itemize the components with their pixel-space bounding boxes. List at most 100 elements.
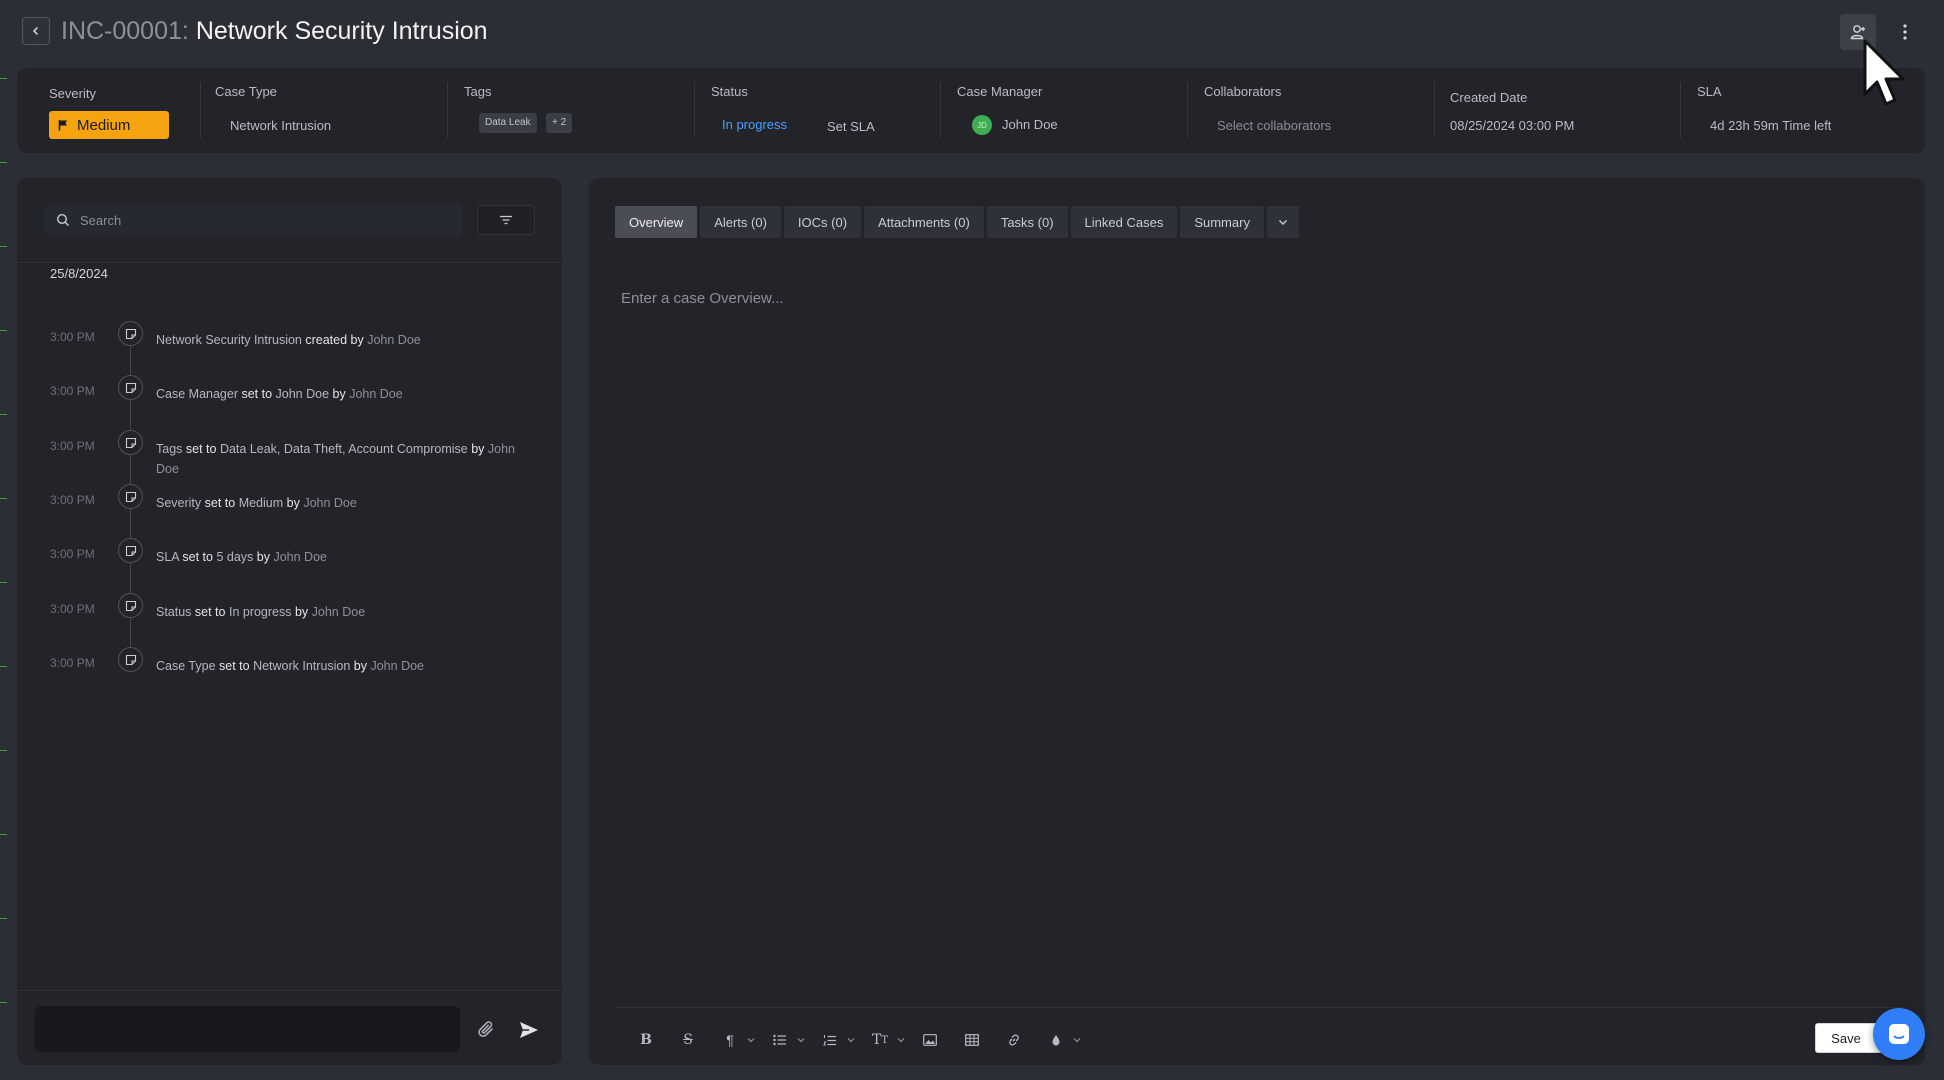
editor-toolbar: B S ¶ TT bbox=[631, 1025, 1091, 1055]
case-id: INC-00001: bbox=[61, 17, 189, 45]
color-drop-icon bbox=[1052, 1034, 1060, 1045]
chat-icon bbox=[1889, 1024, 1909, 1044]
text-size-dropdown[interactable] bbox=[895, 1025, 907, 1055]
set-sla-link[interactable]: Set SLA bbox=[827, 119, 875, 134]
text-size-button[interactable]: TT bbox=[865, 1025, 895, 1055]
paragraph-dropdown[interactable] bbox=[745, 1025, 757, 1055]
chevron-left-icon bbox=[32, 26, 39, 36]
overview-input[interactable] bbox=[621, 278, 1901, 318]
case-manager-name: John Doe bbox=[1002, 117, 1058, 132]
search-input[interactable] bbox=[80, 212, 440, 228]
timeline-text: Status set to In progress by John Doe bbox=[156, 605, 366, 619]
status-label: Status bbox=[711, 84, 748, 99]
bullet-list-icon bbox=[773, 1034, 786, 1046]
severity-value: Medium bbox=[77, 116, 131, 134]
note-icon bbox=[118, 375, 143, 400]
case-type-field[interactable]: Case Type Network Intrusion bbox=[200, 68, 447, 153]
chevron-down-icon bbox=[847, 1038, 855, 1043]
bold-button[interactable]: B bbox=[631, 1025, 661, 1055]
timeline-time: 3:00 PM bbox=[50, 330, 95, 344]
tab-alerts[interactable]: Alerts (0) bbox=[700, 206, 781, 238]
case-manager-field[interactable]: Case Manager JD John Doe bbox=[940, 68, 1187, 153]
text-color-button[interactable] bbox=[1041, 1025, 1071, 1055]
chevron-down-icon bbox=[747, 1038, 755, 1043]
tags-field[interactable]: Tags Data Leak + 2 bbox=[447, 68, 694, 153]
status-value[interactable]: In progress bbox=[722, 117, 787, 132]
tag-chip[interactable]: Data Leak bbox=[479, 113, 537, 133]
send-button[interactable] bbox=[513, 1014, 545, 1046]
timeline-time: 3:00 PM bbox=[50, 439, 95, 453]
text-color-dropdown[interactable] bbox=[1071, 1025, 1083, 1055]
bullet-list-button[interactable] bbox=[765, 1025, 795, 1055]
send-icon bbox=[520, 1022, 538, 1038]
numbered-list-dropdown[interactable] bbox=[845, 1025, 857, 1055]
user-add-icon bbox=[1850, 25, 1865, 40]
case-detail-panel: Overview Alerts (0) IOCs (0) Attachments (0… bbox=[589, 178, 1925, 1065]
tab-attachments[interactable]: Attachments (0) bbox=[864, 206, 984, 238]
status-field: Status In progress Set SLA bbox=[694, 68, 940, 153]
paperclip-icon bbox=[478, 1021, 493, 1037]
timeline-text: Severity set to Medium by John Doe bbox=[156, 496, 357, 510]
sla-value: 4d 23h 59m Time left bbox=[1710, 118, 1832, 133]
collaborators-field[interactable]: Collaborators Select collaborators bbox=[1187, 68, 1434, 153]
add-collaborator-button[interactable] bbox=[1840, 14, 1876, 50]
tabs-more-button[interactable] bbox=[1266, 206, 1299, 238]
numbered-list-button[interactable] bbox=[815, 1025, 845, 1055]
filter-button[interactable] bbox=[477, 205, 535, 235]
case-type-value: Network Intrusion bbox=[230, 118, 332, 133]
created-date-value: 08/25/2024 03:00 PM bbox=[1450, 118, 1575, 133]
case-name: Network Security Intrusion bbox=[195, 17, 488, 45]
more-options-button[interactable] bbox=[1887, 14, 1923, 50]
tab-iocs[interactable]: IOCs (0) bbox=[783, 206, 862, 238]
timeline-time: 3:00 PM bbox=[50, 656, 95, 670]
top-bar: INC-00001: Network Security Intrusion bbox=[0, 0, 1944, 64]
timeline-time: 3:00 PM bbox=[50, 547, 95, 561]
timeline-time: 3:00 PM bbox=[50, 384, 95, 398]
chevron-down-icon bbox=[1278, 219, 1287, 225]
image-icon bbox=[923, 1034, 937, 1046]
collaborators-label: Collaborators bbox=[1204, 84, 1282, 99]
strikethrough-button[interactable]: S bbox=[673, 1025, 703, 1055]
note-icon bbox=[118, 430, 143, 455]
paragraph-button[interactable]: ¶ bbox=[715, 1025, 745, 1055]
comment-input[interactable] bbox=[35, 1006, 460, 1052]
edge-marks bbox=[0, 0, 8, 1080]
case-info-bar: Severity Medium Case Type Network Intrus… bbox=[17, 68, 1925, 153]
created-date-field: Created Date 08/25/2024 03:00 PM bbox=[1434, 68, 1680, 153]
chat-support-button[interactable] bbox=[1873, 1008, 1925, 1060]
tab-summary[interactable]: Summary bbox=[1180, 206, 1264, 238]
flag-icon bbox=[58, 120, 67, 131]
timeline-text: Tags set to Data Leak, Data Theft, Accou… bbox=[156, 442, 516, 476]
attach-button[interactable] bbox=[471, 1014, 503, 1046]
chevron-down-icon bbox=[797, 1038, 805, 1043]
severity-field: Severity Medium bbox=[17, 68, 197, 153]
tab-linked-cases[interactable]: Linked Cases bbox=[1070, 206, 1178, 238]
tab-overview[interactable]: Overview bbox=[615, 206, 698, 238]
tab-tasks[interactable]: Tasks (0) bbox=[986, 206, 1068, 238]
sla-field: SLA 4d 23h 59m Time left bbox=[1680, 68, 1925, 153]
back-button[interactable] bbox=[22, 17, 50, 45]
tags-more-chip[interactable]: + 2 bbox=[546, 113, 573, 133]
bullet-list-dropdown[interactable] bbox=[795, 1025, 807, 1055]
activity-panel: 25/8/2024 3:00 PM Network Security Intrus… bbox=[17, 178, 562, 1065]
tags-label: Tags bbox=[464, 84, 492, 99]
activity-date: 25/8/2024 bbox=[50, 266, 108, 281]
activity-search[interactable] bbox=[44, 205, 462, 235]
note-icon bbox=[118, 321, 143, 346]
search-icon bbox=[56, 213, 69, 226]
insert-table-button[interactable] bbox=[957, 1025, 987, 1055]
insert-link-button[interactable] bbox=[999, 1025, 1029, 1055]
case-type-label: Case Type bbox=[215, 84, 277, 99]
severity-badge[interactable]: Medium bbox=[49, 111, 169, 139]
timeline-text: Case Type set to Network Intrusion by Jo… bbox=[156, 659, 424, 673]
link-icon bbox=[1009, 1034, 1019, 1046]
timeline-text: SLA set to 5 days by John Doe bbox=[156, 550, 327, 564]
numbered-list-icon bbox=[823, 1034, 836, 1045]
case-tabs: Overview Alerts (0) IOCs (0) Attachments (0… bbox=[615, 206, 1299, 238]
filter-icon bbox=[500, 215, 512, 225]
note-icon bbox=[118, 484, 143, 509]
insert-image-button[interactable] bbox=[915, 1025, 945, 1055]
note-icon bbox=[118, 647, 143, 672]
sla-label: SLA bbox=[1697, 84, 1722, 99]
avatar: JD bbox=[972, 115, 992, 135]
